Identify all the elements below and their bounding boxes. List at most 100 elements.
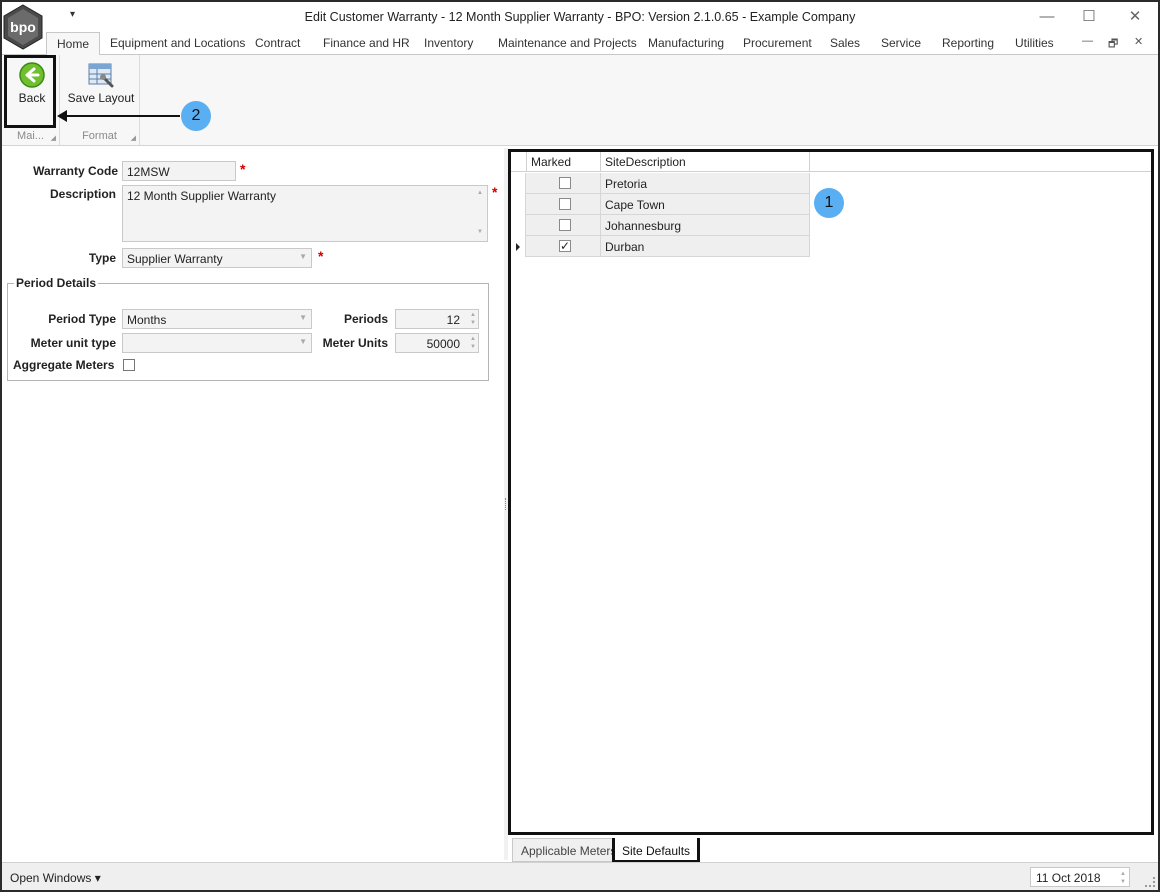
tab-utilities[interactable]: Utilities bbox=[1015, 36, 1054, 50]
description-required: * bbox=[492, 184, 498, 200]
type-dropdown-arrow-icon[interactable]: ▼ bbox=[299, 252, 307, 261]
row-indicator bbox=[511, 236, 526, 257]
meter-unit-type-label: Meter unit type bbox=[30, 336, 116, 350]
mdi-close-button[interactable]: ✕ bbox=[1134, 35, 1143, 48]
resize-grip-icon[interactable] bbox=[1145, 877, 1155, 887]
marked-checkbox[interactable] bbox=[559, 219, 571, 231]
minimize-button[interactable]: — bbox=[1024, 5, 1070, 29]
periods-value: 12 bbox=[446, 313, 460, 327]
tab-site-defaults[interactable]: Site Defaults bbox=[612, 838, 701, 863]
marked-cell[interactable]: ✓ bbox=[527, 236, 601, 257]
status-bar: Open Windows ▾ 11 Oct 2018 ▲ ▼ bbox=[2, 862, 1158, 890]
aggregate-meters-label: Aggregate Meters bbox=[13, 358, 115, 372]
row-indicator bbox=[511, 194, 526, 215]
tab-manufacturing[interactable]: Manufacturing bbox=[648, 36, 724, 50]
tab-inventory[interactable]: Inventory bbox=[424, 36, 473, 50]
window-title: Edit Customer Warranty - 12 Month Suppli… bbox=[304, 10, 856, 24]
table-row[interactable]: Cape Town bbox=[511, 194, 810, 215]
description-scroll-up-icon[interactable]: ▲ bbox=[477, 189, 483, 198]
callout-arrow-line bbox=[66, 115, 180, 117]
mdi-minimize-button[interactable]: — bbox=[1082, 35, 1093, 47]
row-indicator bbox=[511, 215, 526, 236]
period-type-value: Months bbox=[127, 313, 167, 327]
site-description-cell[interactable]: Durban bbox=[601, 236, 810, 257]
type-dropdown[interactable]: Supplier Warranty ▼ bbox=[122, 248, 312, 268]
marked-cell[interactable] bbox=[527, 194, 601, 215]
meter-units-value: 50000 bbox=[426, 337, 460, 351]
marked-checkbox[interactable] bbox=[559, 177, 571, 189]
description-scroll-down-icon[interactable]: ▼ bbox=[477, 228, 483, 237]
current-row-arrow-icon bbox=[516, 243, 520, 251]
period-details-title: Period Details bbox=[14, 276, 99, 290]
callout-arrow-head bbox=[57, 110, 67, 122]
site-description-cell[interactable]: Cape Town bbox=[601, 194, 810, 215]
table-row[interactable]: Pretoria bbox=[511, 173, 810, 194]
marked-checkbox[interactable] bbox=[559, 198, 571, 210]
meter-unit-type-dropdown[interactable]: ▼ bbox=[122, 333, 312, 353]
ribbon: Back Mai... ◢ Save Layout Format ◢ bbox=[2, 54, 1158, 146]
callout-2: 2 bbox=[181, 101, 211, 131]
marked-cell[interactable] bbox=[527, 173, 601, 194]
table-row[interactable]: Johannesburg bbox=[511, 215, 810, 236]
logo-text: bpo bbox=[10, 19, 36, 35]
column-header-marked[interactable]: Marked bbox=[527, 152, 601, 172]
table-row[interactable]: ✓ Durban bbox=[511, 236, 810, 257]
warranty-code-required: * bbox=[240, 161, 246, 177]
title-bar: ▾ Edit Customer Warranty - 12 Month Supp… bbox=[2, 2, 1158, 32]
periods-down-icon[interactable]: ▼ bbox=[470, 319, 476, 328]
tab-contract[interactable]: Contract bbox=[255, 36, 300, 50]
site-defaults-grid: Marked SiteDescription Pretoria Cape Tow… bbox=[508, 149, 1154, 835]
type-required: * bbox=[318, 248, 324, 264]
tab-finance-and-hr[interactable]: Finance and HR bbox=[323, 36, 410, 50]
main-group-launcher-icon[interactable]: ◢ bbox=[51, 134, 56, 142]
type-value: Supplier Warranty bbox=[127, 252, 223, 266]
date-value: 11 Oct 2018 bbox=[1036, 871, 1101, 885]
periods-spin-field[interactable]: 12 ▲ ▼ bbox=[395, 309, 479, 329]
tab-procurement[interactable]: Procurement bbox=[743, 36, 812, 50]
site-description-cell[interactable]: Johannesburg bbox=[601, 215, 810, 236]
callout-1: 1 bbox=[814, 188, 844, 218]
tab-maintenance-and-projects[interactable]: Maintenance and Projects bbox=[498, 36, 637, 50]
aggregate-meters-checkbox[interactable] bbox=[123, 359, 135, 371]
tab-equipment-and-locations[interactable]: Equipment and Locations bbox=[110, 36, 245, 50]
description-label: Description bbox=[49, 187, 116, 201]
type-label: Type bbox=[88, 251, 116, 265]
bpo-logo-icon: bpo bbox=[3, 4, 43, 50]
tab-applicable-meters[interactable]: Applicable Meters bbox=[512, 838, 626, 862]
date-up-icon[interactable]: ▲ bbox=[1120, 870, 1126, 878]
splitter-grip-icon bbox=[505, 498, 507, 510]
close-button[interactable]: ✕ bbox=[1112, 5, 1158, 29]
period-type-dropdown[interactable]: Months ▼ bbox=[122, 309, 312, 329]
date-field[interactable]: 11 Oct 2018 ▲ ▼ bbox=[1030, 867, 1130, 887]
row-indicator bbox=[511, 173, 526, 194]
bpo-logo[interactable]: bpo bbox=[2, 4, 44, 50]
tab-home[interactable]: Home bbox=[46, 32, 101, 55]
ribbon-group-format-label: Format bbox=[82, 130, 117, 142]
meter-units-spin-field[interactable]: 50000 ▲ ▼ bbox=[395, 333, 479, 353]
site-description-cell[interactable]: Pretoria bbox=[601, 173, 810, 194]
marked-cell[interactable] bbox=[527, 215, 601, 236]
mdi-restore-button[interactable]: 🗗 bbox=[1108, 35, 1118, 54]
grid-indicator-header bbox=[511, 152, 527, 172]
warranty-code-label: Warranty Code bbox=[33, 164, 118, 178]
date-down-icon[interactable]: ▼ bbox=[1120, 878, 1126, 886]
ribbon-tab-row: Home Equipment and Locations Contract Fi… bbox=[2, 32, 1158, 55]
format-group-launcher-icon[interactable]: ◢ bbox=[131, 134, 136, 142]
column-header-site-description[interactable]: SiteDescription bbox=[601, 152, 810, 172]
tab-service[interactable]: Service bbox=[881, 36, 921, 50]
grid-header: Marked SiteDescription bbox=[511, 152, 1151, 172]
meter-units-down-icon[interactable]: ▼ bbox=[470, 343, 476, 352]
periods-label: Periods bbox=[343, 312, 388, 326]
ribbon-group-format: Save Layout Format ◢ bbox=[60, 55, 140, 145]
description-value: 12 Month Supplier Warranty bbox=[127, 189, 276, 203]
save-layout-button[interactable]: Save Layout bbox=[66, 57, 136, 105]
warranty-code-field[interactable]: 12MSW bbox=[122, 161, 236, 181]
open-windows-button[interactable]: Open Windows ▾ bbox=[10, 871, 101, 885]
period-type-label: Period Type bbox=[48, 312, 116, 326]
tab-sales[interactable]: Sales bbox=[830, 36, 860, 50]
maximize-button[interactable]: ☐ bbox=[1066, 5, 1112, 29]
description-field[interactable]: 12 Month Supplier Warranty ▲ ▼ bbox=[122, 185, 488, 242]
marked-checkbox-checked[interactable]: ✓ bbox=[559, 240, 571, 252]
back-button-highlight bbox=[4, 55, 56, 128]
tab-reporting[interactable]: Reporting bbox=[942, 36, 994, 50]
